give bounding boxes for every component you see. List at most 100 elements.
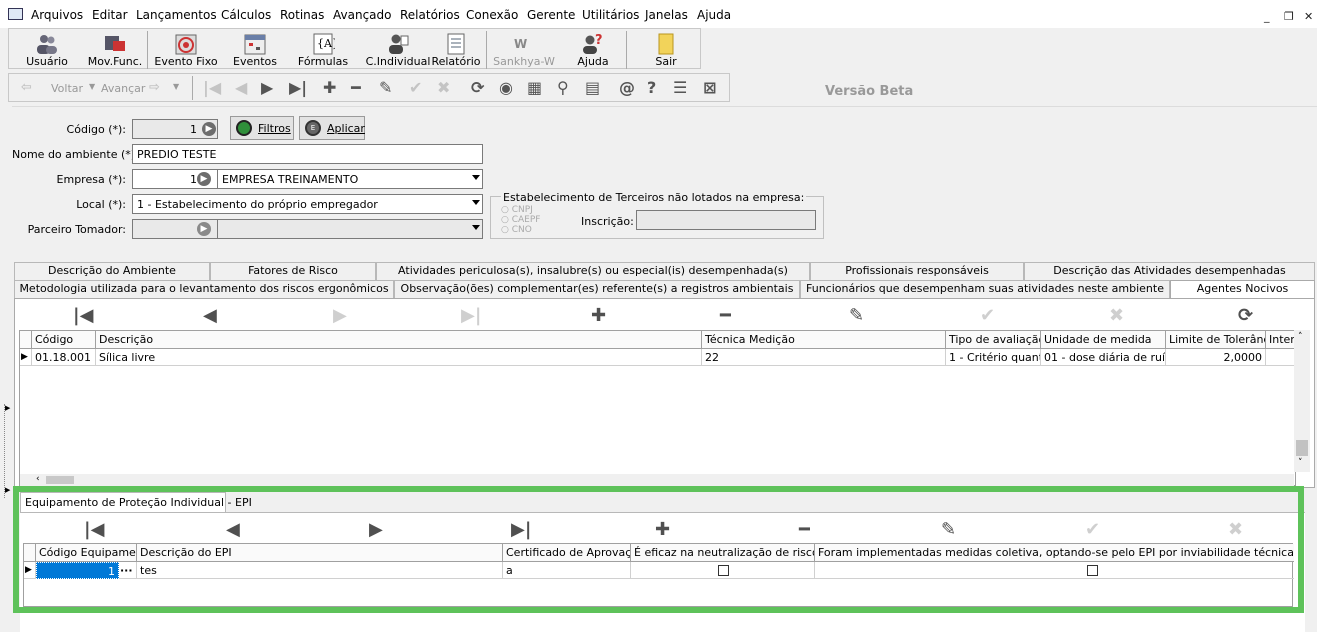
usuario-button[interactable]: Usuário [9, 29, 85, 70]
scroll-thumb[interactable] [1296, 440, 1308, 456]
column-header[interactable]: Unidade de medida [1041, 331, 1166, 349]
voltar-button[interactable]: Voltar [51, 82, 83, 95]
menu-janelas[interactable]: Janelas [645, 8, 688, 22]
splitter-handle[interactable]: ▶ ▶ [4, 404, 10, 498]
cancel-icon[interactable]: ✖ [437, 80, 450, 96]
menu-avancado[interactable]: Avançado [333, 8, 391, 22]
cancel-icon[interactable]: ✖ [1109, 307, 1124, 325]
sankhya-button[interactable]: W Sankhya-W [491, 29, 557, 70]
grid-icon[interactable]: ▦ [527, 80, 542, 96]
column-header[interactable]: Tipo de avaliação [946, 331, 1041, 349]
next-record-icon[interactable]: ▶ [333, 307, 347, 325]
menu-rotinas[interactable]: Rotinas [280, 8, 324, 22]
excel-icon[interactable]: ⊠ [703, 80, 716, 96]
movfunc-button[interactable]: Mov.Func. [85, 29, 145, 70]
column-header[interactable]: Código [32, 331, 96, 349]
aplicar-button[interactable]: E Aplicar [299, 116, 365, 140]
table-cell[interactable]: 2,0000 [1166, 349, 1266, 366]
edit-icon[interactable]: ✎ [379, 80, 392, 96]
ajuda-button[interactable]: ? Ajuda [565, 29, 621, 70]
table-cell[interactable]: 22 [702, 349, 946, 366]
formulas-button[interactable]: {A} Fórmulas [289, 29, 357, 70]
tab-profissionais[interactable]: Profissionais responsáveis [810, 262, 1024, 280]
eventos-button[interactable]: Eventos [223, 29, 287, 70]
cindividual-button[interactable]: C.Individual [359, 29, 437, 70]
restore-button[interactable]: ❐ [1284, 10, 1294, 23]
empresa-lookup-icon[interactable]: ▶ [197, 172, 211, 186]
menu-gerente[interactable]: Gerente [527, 8, 575, 22]
help-icon[interactable]: ? [647, 80, 656, 96]
first-record-icon[interactable]: |◀ [73, 307, 93, 325]
table-cell[interactable]: 1 - Critério quantita [946, 349, 1041, 366]
parceiro-select[interactable] [217, 219, 483, 239]
column-header[interactable]: Técnica Medição [702, 331, 946, 349]
next-record-icon[interactable]: ▶ [261, 80, 273, 96]
inscricao-input[interactable] [636, 210, 816, 230]
avancar-button[interactable]: Avançar [101, 82, 145, 95]
filtros-button[interactable]: Filtros [230, 116, 294, 140]
add-icon[interactable]: ✚ [591, 307, 606, 325]
last-record-icon[interactable]: ▶| [461, 307, 481, 325]
menu-calculos[interactable]: Cálculos [221, 8, 271, 22]
last-record-icon[interactable]: ▶| [289, 80, 307, 96]
evento-fixo-button[interactable]: Evento Fixo [151, 29, 221, 70]
confirm-icon[interactable]: ✔ [980, 307, 995, 325]
horizontal-scrollbar[interactable]: ‹ [20, 474, 1294, 486]
table-cell[interactable]: 01.18.001 [32, 349, 96, 366]
refresh-icon[interactable]: ⟳ [471, 80, 484, 96]
caepf-radio[interactable]: ○ CAEPF [501, 215, 540, 225]
menu-utilitarios[interactable]: Utilitários [582, 8, 639, 22]
tab-fatores-risco[interactable]: Fatores de Risco [210, 262, 376, 280]
table-cell[interactable] [1266, 349, 1297, 366]
close-button[interactable]: ✕ [1304, 10, 1313, 23]
column-header[interactable]: Inten [1266, 331, 1297, 349]
menu-relatorios[interactable]: Relatórios [400, 8, 460, 22]
avancar-dropdown-icon[interactable]: ▼ [173, 82, 179, 91]
empresa-select[interactable]: EMPRESA TREINAMENTO [217, 169, 483, 189]
delete-icon[interactable]: ━ [351, 80, 361, 96]
scroll-down-icon[interactable]: ˅ [1298, 458, 1303, 468]
tab-atividades-periculosas[interactable]: Atividades periculosa(s), insalubre(s) o… [376, 262, 810, 280]
menu-lancamentos[interactable]: Lançamentos [136, 8, 217, 22]
tab-descricao-ambiente[interactable]: Descrição do Ambiente [14, 262, 210, 280]
menu-editar[interactable]: Editar [92, 8, 128, 22]
column-header[interactable]: Limite de Tolerância [1166, 331, 1266, 349]
local-select[interactable]: 1 - Estabelecimento do próprio empregado… [132, 194, 483, 214]
edit-icon[interactable]: ✎ [849, 307, 864, 325]
app-icon[interactable] [8, 8, 23, 20]
splitter-arrow-icon[interactable]: ▶ [5, 486, 10, 494]
first-record-icon[interactable]: |◀ [203, 80, 221, 96]
table-cell[interactable]: Sílica livre [96, 349, 702, 366]
magnifier-icon[interactable]: ⚲ [557, 80, 569, 96]
prior-record-icon[interactable]: ◀ [235, 80, 247, 96]
codigo-lookup-icon[interactable]: ▶ [202, 122, 216, 136]
refresh-icon[interactable]: ⟳ [1238, 307, 1253, 325]
add-icon[interactable]: ✚ [323, 80, 336, 96]
voltar-dropdown-icon[interactable]: ▼ [89, 82, 95, 91]
scroll-left-icon[interactable]: ‹ [36, 474, 40, 484]
tab-funcionarios[interactable]: Funcionários que desempenham suas ativid… [800, 280, 1170, 298]
menu-ajuda[interactable]: Ajuda [697, 8, 731, 22]
confirm-icon[interactable]: ✔ [409, 80, 422, 96]
sair-button[interactable]: Sair [633, 29, 699, 70]
relatorio-button[interactable]: Relatório [429, 29, 483, 70]
agentes-grid[interactable]: Código Descrição Técnica Medição Tipo de… [19, 330, 1297, 486]
minimize-button[interactable]: _ [1264, 10, 1270, 23]
delete-icon[interactable]: ━ [720, 307, 731, 325]
table-cell[interactable]: 01 - dose diária de ruído [1041, 349, 1166, 366]
prior-record-icon[interactable]: ◀ [203, 307, 217, 325]
tab-descricao-atividades[interactable]: Descrição das Atividades desempenhadas [1024, 262, 1315, 280]
search-record-icon[interactable]: ◉ [499, 80, 513, 96]
tab-agentes-nocivos[interactable]: Agentes Nocivos [1170, 280, 1315, 298]
cno-radio[interactable]: ○ CNO [501, 225, 532, 235]
hscroll-thumb[interactable] [46, 476, 74, 484]
nome-input[interactable]: PREDIO TESTE [132, 144, 483, 164]
parceiro-lookup-icon[interactable]: ▶ [197, 222, 211, 236]
menu-arquivos[interactable]: Arquivos [31, 8, 83, 22]
vertical-scrollbar[interactable]: ˄ ˅ [1294, 330, 1310, 472]
email-icon[interactable]: @ [619, 80, 635, 96]
column-header[interactable]: Descrição [96, 331, 702, 349]
cnpj-radio[interactable]: ○ CNPJ [501, 205, 533, 215]
menu-conexao[interactable]: Conexão [466, 8, 518, 22]
print-icon[interactable]: ▤ [585, 80, 600, 96]
